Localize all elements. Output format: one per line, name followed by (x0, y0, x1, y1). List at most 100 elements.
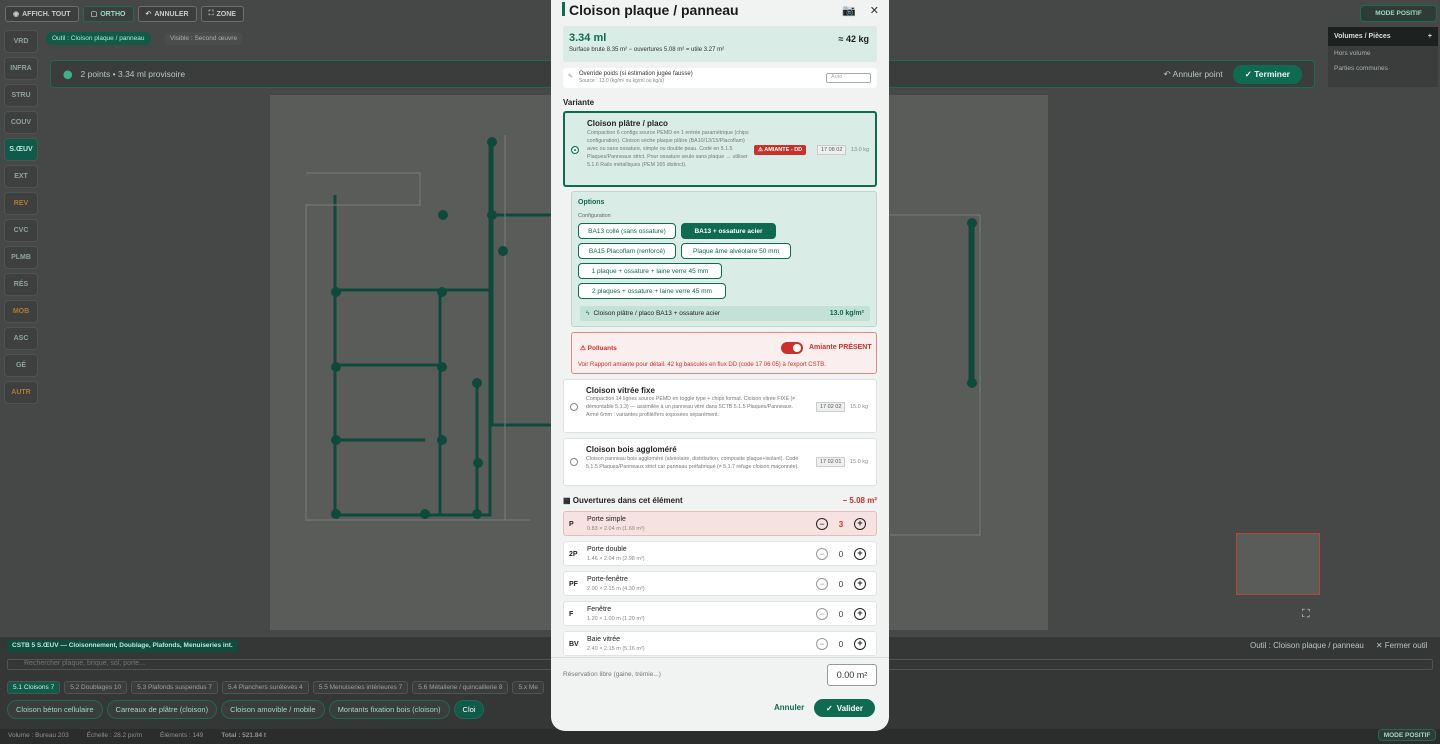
square-icon: ▢ (90, 11, 98, 18)
override-input[interactable]: Auto (826, 73, 871, 83)
volume-parties-communes[interactable]: Parties communes (1328, 61, 1438, 76)
sidebar-item-autr[interactable]: AUTR (4, 381, 38, 404)
option-1-plaque-laine[interactable]: 1 plaque + ossature + laine verre 45 mm (578, 263, 722, 279)
pill-montants-bois[interactable]: Montants fixation bois (cloison) (328, 700, 450, 719)
volumes-panel: Volumes / Pièces + Hors volume Parties co… (1328, 27, 1438, 87)
minus-icon[interactable]: − (816, 548, 828, 560)
validate-button[interactable]: ✓ Valider (814, 699, 875, 717)
add-volume-icon[interactable]: + (1428, 33, 1432, 40)
minimap[interactable] (1236, 533, 1320, 595)
sidebar-item-rev[interactable]: REV (4, 192, 38, 215)
sidebar-item-cvc[interactable]: CVC (4, 219, 38, 242)
volume-hors[interactable]: Hors volume (1328, 46, 1438, 61)
variant-code: 17 02 01 (816, 457, 846, 467)
tab-metallerie[interactable]: 5.6 Métallerie / quincaillerie 8 (412, 681, 509, 694)
fit-view-icon[interactable]: ⛶ (1302, 608, 1310, 621)
tab-planchers[interactable]: 5.4 Planchers surélevés 4 (221, 681, 309, 694)
opening-dim: 0.83 × 2.04 m (1.69 m²) (587, 526, 645, 532)
tab-cloisons[interactable]: 5.1 Cloisons 7 (7, 681, 61, 694)
camera-icon[interactable]: 📷 (842, 4, 856, 17)
pill-beton-cellulaire[interactable]: Cloison béton cellulaire (7, 700, 103, 719)
variant-bois[interactable]: Cloison bois aggloméré Cloison panneau b… (563, 438, 877, 486)
pollutants-desc: Voir Rapport amiante pour détail. 42 kg … (578, 362, 826, 368)
category-sidebar: VRD INFRA STRU COUV S.ŒUV EXT REV CVC PL… (4, 30, 38, 408)
pill-cloison-amovible[interactable]: Cloison amovible / mobile (221, 700, 325, 719)
check-icon: ✓ (826, 703, 833, 713)
tab-plafonds[interactable]: 5.3 Plafonds suspendus 7 (131, 681, 218, 694)
sidebar-item-plmb[interactable]: PLMB (4, 246, 38, 269)
ouvertures-header: ▦ Ouvertures dans cet élément − 5.08 m² (563, 496, 877, 505)
plus-icon[interactable]: + (854, 518, 866, 530)
afficher-tout-button[interactable]: ◉ AFFICH. TOUT (5, 6, 79, 22)
minus-icon[interactable]: − (816, 578, 828, 590)
sidebar-item-stru[interactable]: STRU (4, 84, 38, 107)
ortho-button[interactable]: ▢ ORTHO (82, 6, 134, 22)
amiante-present-label: Amiante PRÉSENT (809, 344, 872, 351)
plus-icon[interactable]: + (854, 608, 866, 620)
plus-icon[interactable]: + (854, 578, 866, 590)
variant-vitree[interactable]: Cloison vitrée fixe Compaction 14 lignes… (563, 379, 877, 433)
material-pills: Cloison béton cellulaire Carreaux de plâ… (7, 700, 485, 719)
location-pin-icon: ⬤ (63, 68, 73, 79)
tab-doublages[interactable]: 5.2 Doublages 10 (64, 681, 128, 694)
opening-dim: 1.46 × 2.04 m (2.98 m²) (587, 556, 645, 562)
opening-row-porte-double: 2P Porte double 1.46 × 2.04 m (2.98 m²) … (563, 541, 877, 566)
sidebar-item-ge[interactable]: GÉ (4, 354, 38, 377)
category-label: CSTB 5 S.ŒUV — Cloisonnement, Doublage, … (7, 640, 238, 652)
opening-dim: 2.40 × 2.15 m (5.16 m²) (587, 646, 645, 652)
sidebar-item-res[interactable]: RÉS (4, 273, 38, 296)
amiante-toggle[interactable] (781, 342, 803, 354)
sidebar-item-mob[interactable]: MOB (4, 300, 38, 323)
minus-icon[interactable]: − (816, 518, 828, 530)
zone-button[interactable]: ⛶ ZONE (200, 6, 244, 22)
reservation-input[interactable]: 0.00 m² (827, 664, 877, 686)
config-label: Configuration (578, 213, 611, 219)
variant-radio-platre[interactable] (571, 146, 579, 154)
mode-positif-button[interactable]: MODE POSITIF (1360, 5, 1437, 22)
plus-icon[interactable]: + (854, 548, 866, 560)
option-ba15-placoflam[interactable]: BA15 Placoflam (renforcé) (578, 243, 676, 259)
fermer-outil-button[interactable]: ✕ Fermer outil (1376, 641, 1428, 650)
variant-radio-vitree[interactable] (570, 403, 578, 411)
opening-name: Porte-fenêtre (587, 576, 628, 583)
sidebar-item-couv[interactable]: COUV (4, 111, 38, 134)
pill-carreaux-platre[interactable]: Carreaux de plâtre (cloison) (106, 700, 218, 719)
annuler-point-button[interactable]: ↶ Annuler point (1164, 69, 1223, 80)
subcategory-tabs: 5.1 Cloisons 7 5.2 Doublages 10 5.3 Plaf… (7, 681, 544, 694)
close-icon[interactable]: ✕ (870, 4, 879, 17)
eye-icon: ◉ (13, 11, 20, 18)
variant-weight: 15.0 kg (850, 404, 869, 410)
variant-weight: 13.0 kg (851, 147, 870, 153)
cancel-button[interactable]: Annuler (774, 703, 804, 712)
annuler-top-button[interactable]: ↶ ANNULER (137, 6, 197, 22)
override-weight: ✎ Override poids (si estimation jugée fa… (563, 68, 877, 88)
reservation-label: Réservation libre (gaine, trémie...) (563, 671, 661, 678)
sidebar-item-vrd[interactable]: VRD (4, 30, 38, 53)
minus-icon[interactable]: − (816, 638, 828, 650)
bottom-outil-info: Outil : Cloison plaque / panneau ✕ Ferme… (1250, 641, 1427, 650)
bolt-icon: ϟ (586, 310, 590, 317)
sidebar-item-soeuv[interactable]: S.ŒUV (4, 138, 38, 161)
option-ba13-ossature[interactable]: BA13 + ossature acier (681, 223, 776, 239)
terminer-button[interactable]: ✓ Terminer (1232, 64, 1302, 84)
option-plaque-alveolaire[interactable]: Plaque âme alvéolaire 50 mm (681, 243, 791, 259)
pencil-icon: ✎ (568, 74, 574, 80)
variant-radio-bois[interactable] (570, 458, 578, 466)
pill-cloison-active[interactable]: Cloi (453, 700, 485, 719)
option-2-plaques-laine[interactable]: 2 plaques + ossature + laine verre 45 mm (578, 283, 726, 299)
grid-icon: ▦ (563, 496, 571, 505)
variant-platre[interactable]: Cloison plâtre / placo Compaction 6 conf… (563, 111, 877, 187)
options-title: Options (578, 199, 605, 206)
mode-positif-bottom[interactable]: MODE POSITIF (1378, 729, 1436, 741)
tab-menuiseries[interactable]: 5.5 Menuiseries intérieures 7 (312, 681, 409, 694)
sidebar-item-asc[interactable]: ASC (4, 327, 38, 350)
sidebar-item-ext[interactable]: EXT (4, 165, 38, 188)
sidebar-item-infra[interactable]: INFRA (4, 57, 38, 80)
top-toolbar: ◉ AFFICH. TOUT ▢ ORTHO ↶ ANNULER ⛶ ZONE (5, 6, 244, 22)
plus-icon[interactable]: + (854, 638, 866, 650)
option-ba13-colle[interactable]: BA13 collé (sans ossature) (578, 223, 676, 239)
minus-icon[interactable]: − (816, 608, 828, 620)
variant-weight: 15.0 kg (850, 459, 869, 465)
opening-row-baie-vitree: BV Baie vitrée 2.40 × 2.15 m (5.16 m²) −… (563, 631, 877, 656)
tab-more[interactable]: 5.x Me (512, 681, 544, 694)
